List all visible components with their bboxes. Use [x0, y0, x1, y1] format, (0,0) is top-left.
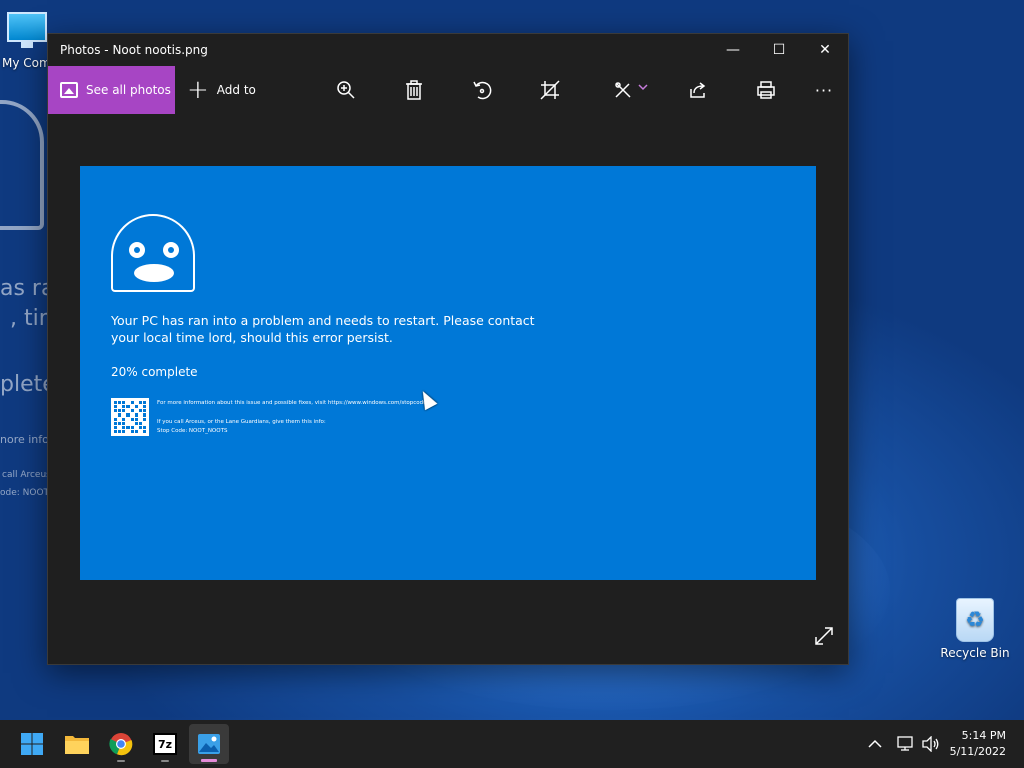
rotate-icon	[473, 81, 492, 100]
chrome-icon	[109, 733, 133, 756]
close-button[interactable]: ✕	[802, 34, 848, 66]
bsod-progress: 20% complete	[111, 365, 198, 379]
print-button[interactable]	[748, 66, 784, 114]
see-all-photos-button[interactable]: See all photos	[48, 66, 175, 114]
more-options-button[interactable]: ···	[806, 66, 842, 114]
penguin-face-icon	[111, 214, 195, 292]
system-tray	[868, 720, 940, 768]
taskbar-7zip[interactable]: 7z	[145, 724, 185, 764]
recycle-bin-icon: ♻	[956, 598, 994, 642]
volume-icon[interactable]	[922, 736, 940, 752]
penguin-eye-right	[163, 242, 179, 258]
title-bar[interactable]: Photos - Noot nootis.png — ☐ ✕	[48, 34, 848, 66]
photo-viewer-canvas[interactable]: Your PC has ran into a problem and needs…	[48, 114, 848, 664]
tray-chevron-up-icon[interactable]	[868, 739, 882, 749]
minimize-button[interactable]: —	[710, 34, 756, 66]
taskbar-file-explorer[interactable]	[57, 724, 97, 764]
taskbar-clock[interactable]: 5:14 PM 5/11/2022	[950, 728, 1006, 760]
zoom-button[interactable]	[328, 66, 364, 114]
taskbar: 7z 5:14 PM 5/11/2022	[0, 720, 1024, 768]
penguin-eye-left	[129, 242, 145, 258]
taskbar-photos[interactable]	[189, 724, 229, 764]
plus-icon: +	[187, 75, 209, 105]
edit-pen-icon	[615, 82, 631, 98]
photos-window: Photos - Noot nootis.png — ☐ ✕ See all p…	[47, 33, 849, 665]
penguin-beak	[134, 264, 174, 282]
bsod-message-line2: your local time lord, should this error …	[111, 330, 393, 345]
photos-toolbar: See all photos + Add to ···	[48, 66, 848, 114]
folder-icon	[65, 736, 89, 754]
running-indicator	[161, 760, 169, 762]
wallpaper-text-5: call Arceus	[2, 470, 51, 480]
bsod-info-line: For more information about this issue an…	[157, 400, 434, 406]
add-to-label: Add to	[216, 83, 256, 97]
desktop-icon-label: My Com	[2, 56, 51, 70]
bsod-message-line1: Your PC has ran into a problem and needs…	[111, 313, 535, 328]
clock-time: 5:14 PM	[961, 729, 1006, 742]
full-screen-button[interactable]	[814, 626, 834, 650]
see-all-photos-label: See all photos	[86, 83, 171, 97]
share-icon	[690, 82, 706, 98]
wallpaper-text-4: nore info	[0, 433, 49, 446]
photos-app-icon	[198, 734, 220, 754]
start-button[interactable]	[12, 724, 52, 764]
network-icon[interactable]	[896, 736, 914, 752]
delete-button[interactable]	[396, 66, 432, 114]
crop-icon	[540, 80, 560, 100]
photo-icon	[60, 82, 78, 98]
running-indicator	[117, 760, 125, 762]
windows-start-icon	[21, 733, 43, 755]
trash-icon	[406, 80, 422, 100]
crop-button[interactable]	[532, 66, 568, 114]
edit-button[interactable]	[606, 66, 656, 114]
window-title: Photos - Noot nootis.png	[60, 43, 208, 57]
chevron-down-icon	[638, 84, 648, 91]
desktop-icon-recycle-bin[interactable]: ♻ Recycle Bin	[940, 598, 1010, 660]
maximize-button[interactable]: ☐	[756, 34, 802, 66]
bsod-call-line: If you call Arceus, or the Lane Guardian…	[157, 419, 326, 425]
active-indicator	[201, 759, 217, 762]
7zip-icon: 7z	[153, 733, 177, 755]
window-controls: — ☐ ✕	[710, 34, 848, 66]
displayed-image: Your PC has ran into a problem and needs…	[80, 166, 816, 580]
printer-icon	[757, 81, 775, 99]
bsod-stop-code: Stop Code: NOOT_NOOTS	[157, 428, 228, 434]
clock-date: 5/11/2022	[949, 745, 1006, 758]
expand-icon	[815, 627, 833, 645]
desktop-icon-label: Recycle Bin	[940, 646, 1010, 660]
add-to-button[interactable]: + Add to	[187, 75, 256, 105]
wallpaper-face-graphic	[0, 100, 44, 230]
qr-code-icon	[111, 398, 149, 436]
desktop-icon-my-computer[interactable]: My Com	[2, 12, 52, 70]
share-button[interactable]	[680, 66, 716, 114]
monitor-icon	[7, 12, 47, 48]
rotate-button[interactable]	[464, 66, 500, 114]
taskbar-chrome[interactable]	[101, 724, 141, 764]
bsod-message: Your PC has ran into a problem and needs…	[111, 312, 551, 346]
wallpaper-text-6: ode: NOOT	[0, 488, 50, 498]
zoom-in-icon	[337, 81, 355, 99]
